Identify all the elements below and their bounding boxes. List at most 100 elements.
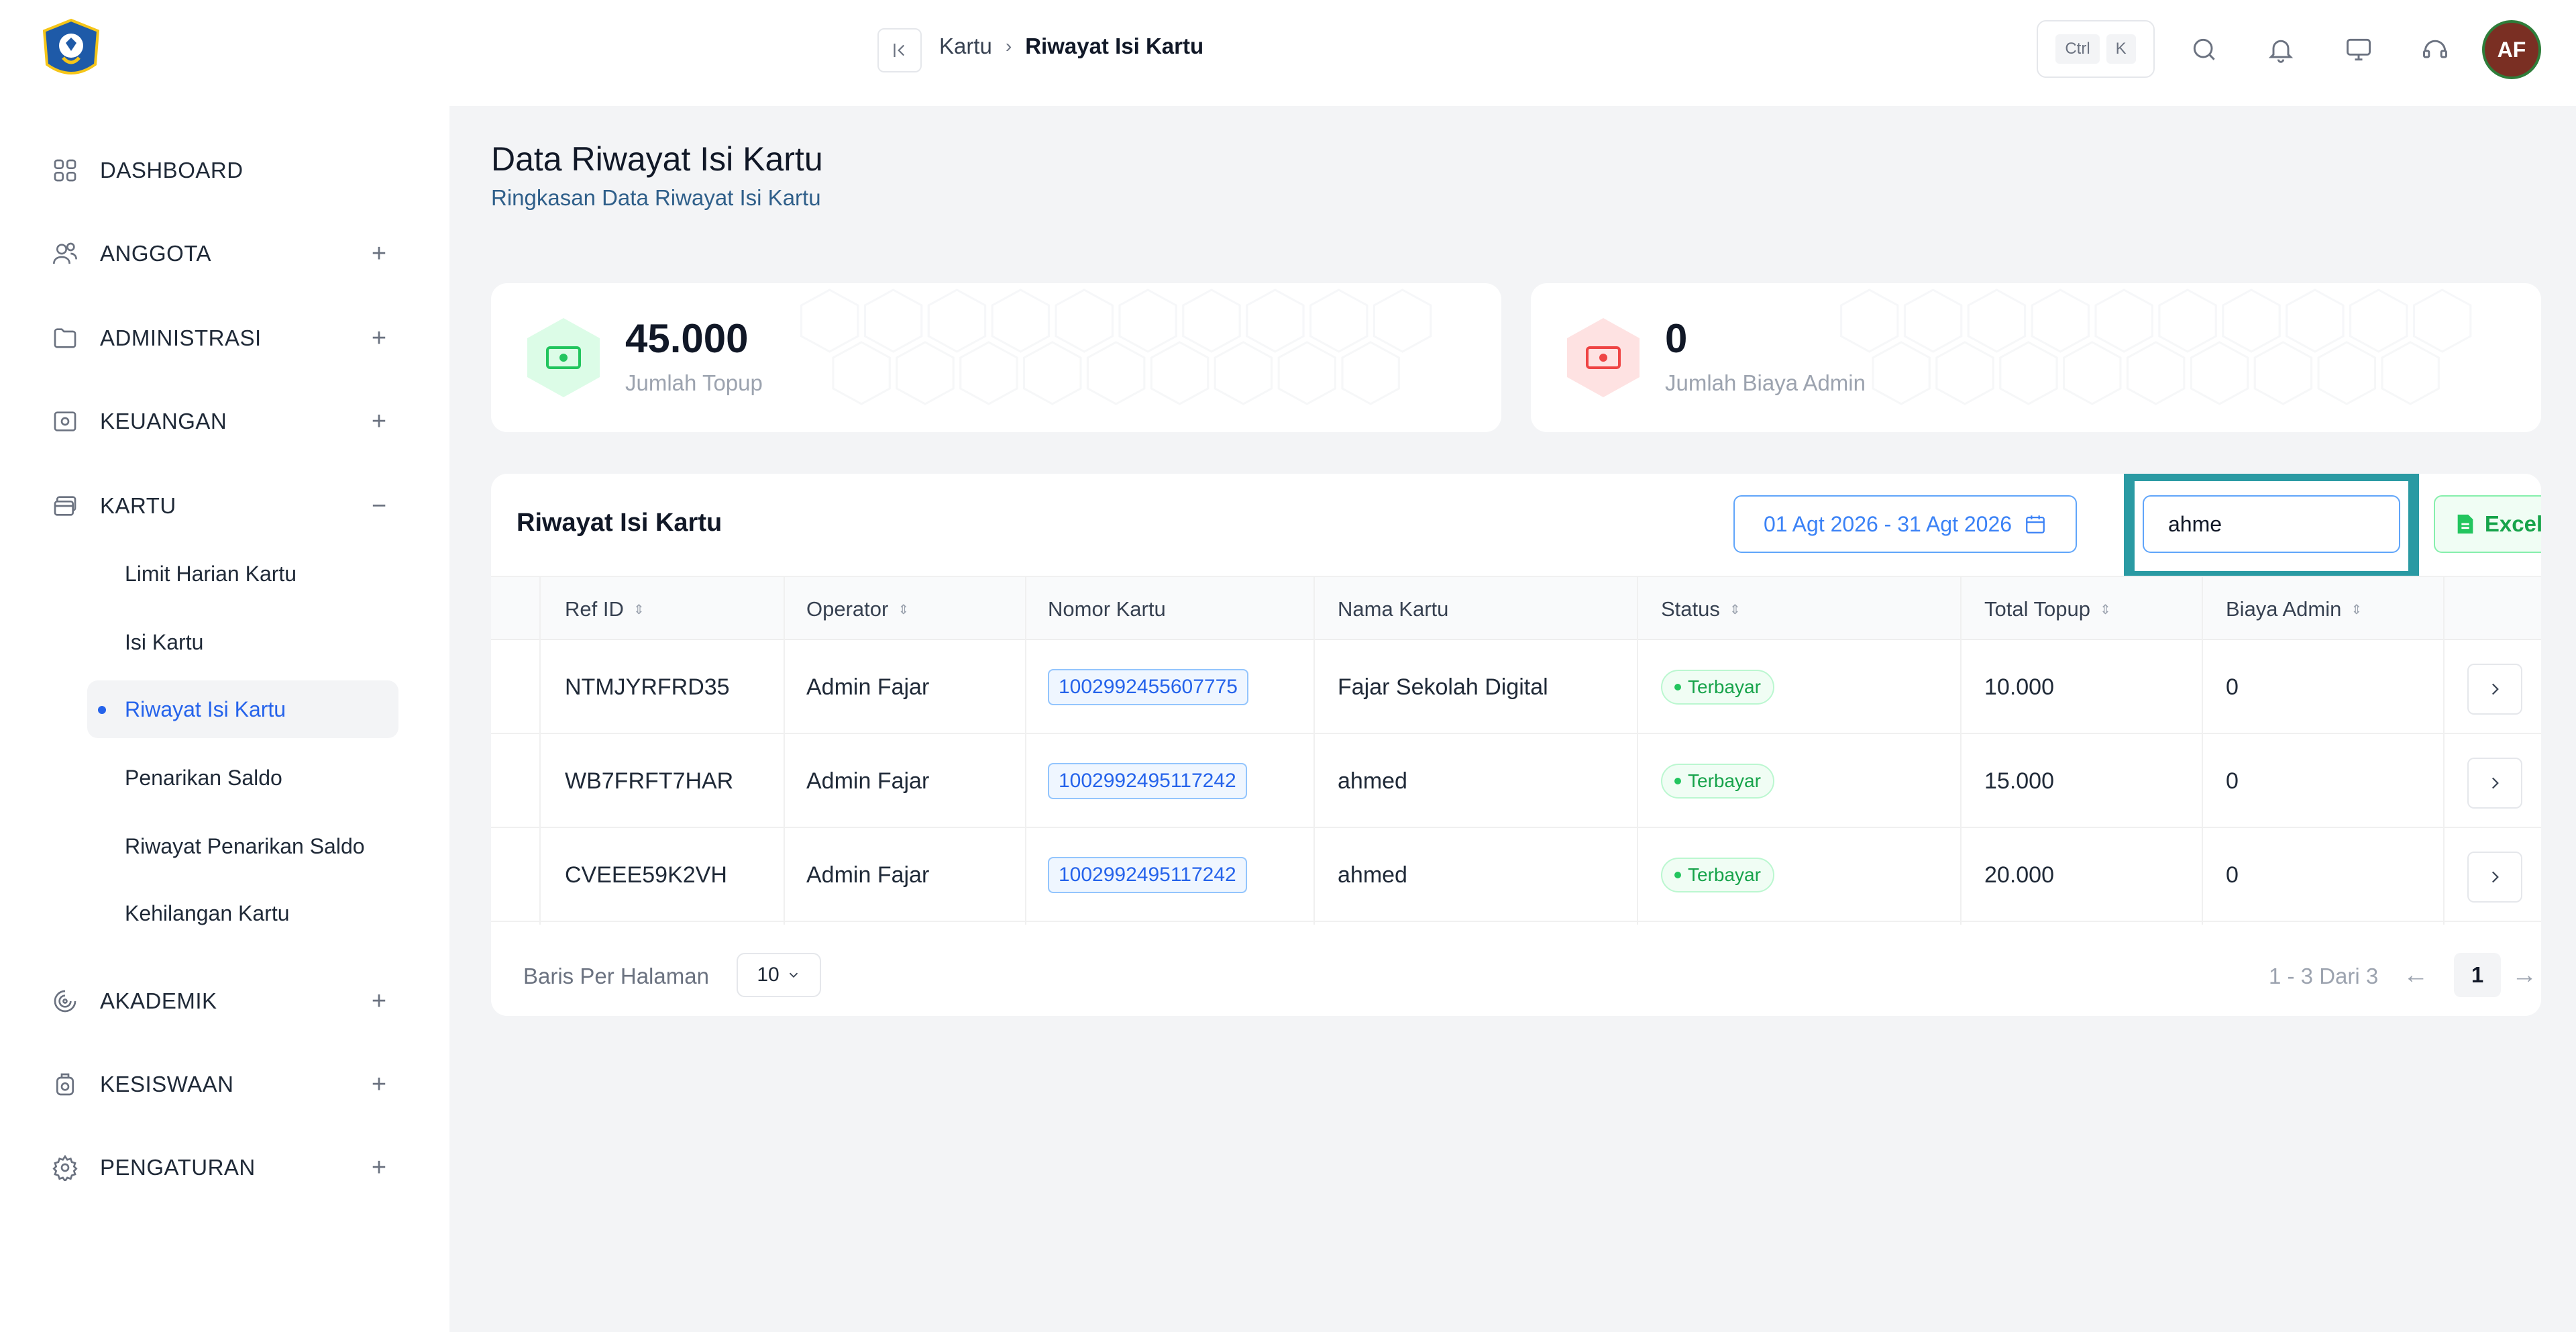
rows-per-page-select[interactable]: 10 <box>737 953 821 997</box>
column-header-nama-kartu: Nama Kartu <box>1338 577 1448 642</box>
nav-label: KEUANGAN <box>100 409 227 433</box>
breadcrumb-root[interactable]: Kartu <box>939 34 992 59</box>
status-text: Terbayar <box>1688 864 1761 885</box>
search-icon[interactable] <box>2186 31 2223 68</box>
nav-pengaturan[interactable]: PENGATURAN + <box>50 1146 392 1189</box>
nav-keuangan[interactable]: KEUANGAN + <box>50 400 392 443</box>
sort-icon: ⇕ <box>633 602 645 617</box>
stat-value: 45.000 <box>625 316 749 361</box>
cell-nama-kartu: ahmed <box>1338 862 1407 888</box>
next-page-button[interactable]: → <box>2512 961 2537 990</box>
nav-anggota[interactable]: ANGGOTA + <box>50 232 392 275</box>
stat-card-admin-fee: 0 Jumlah Biaya Admin <box>1531 283 2541 432</box>
avatar[interactable]: AF <box>2482 20 2541 79</box>
cell-total-topup: 20.000 <box>1984 862 2054 888</box>
page-number-button[interactable]: 1 <box>2454 953 2501 997</box>
users-icon <box>50 239 80 268</box>
row-detail-button[interactable] <box>2467 758 2522 809</box>
search-input[interactable] <box>2168 511 2450 537</box>
column-header-total-topup[interactable]: Total Topup ⇕ <box>1984 577 2111 642</box>
subnav-riwayat-isi-kartu[interactable]: Riwayat Isi Kartu <box>87 680 398 738</box>
column-label: Status <box>1661 597 1720 621</box>
column-label: Operator <box>806 597 889 621</box>
money-icon <box>50 407 80 436</box>
breadcrumb: Kartu › Riwayat Isi Kartu <box>939 34 1203 59</box>
table-header: Ref ID ⇕ Operator ⇕ Nomor Kartu Nama Kartu… <box>491 576 2541 640</box>
status-dot <box>1674 872 1681 878</box>
nav-akademik[interactable]: AKADEMIK + <box>50 980 392 1023</box>
subnav-limit-harian-kartu[interactable]: Limit Harian Kartu <box>87 545 398 603</box>
plus-icon[interactable]: + <box>366 1154 392 1182</box>
bell-icon[interactable] <box>2262 31 2300 68</box>
prev-page-button[interactable]: ← <box>2403 961 2428 990</box>
nav-label: KARTU <box>100 493 176 518</box>
main-content: Data Riwayat Isi Kartu Ringkasan Data Ri… <box>449 106 2576 1332</box>
cell-nama-kartu: Fajar Sekolah Digital <box>1338 674 1548 700</box>
plus-icon[interactable]: + <box>366 407 392 436</box>
minus-icon[interactable]: − <box>366 492 392 521</box>
academic-icon <box>50 986 80 1016</box>
money-icon <box>525 317 602 399</box>
cell-biaya-admin: 0 <box>2226 862 2239 888</box>
column-header-operator[interactable]: Operator ⇕ <box>806 577 909 642</box>
nav-dashboard[interactable]: DASHBOARD <box>50 149 392 192</box>
plus-icon[interactable]: + <box>366 240 392 268</box>
page-title: Data Riwayat Isi Kartu <box>491 140 823 178</box>
status-text: Terbayar <box>1688 676 1761 697</box>
nav-kartu[interactable]: KARTU − <box>50 484 392 527</box>
status-badge: Terbayar <box>1661 858 1774 892</box>
nav-kesiswaan[interactable]: KESISWAAN + <box>50 1063 392 1106</box>
support-icon[interactable] <box>2416 31 2454 68</box>
row-detail-button[interactable] <box>2467 664 2522 715</box>
monitor-icon[interactable] <box>2340 31 2377 68</box>
chevron-right-icon <box>2491 871 2499 883</box>
table-search[interactable] <box>2143 495 2450 553</box>
command-palette-button[interactable]: Ctrl K <box>2037 20 2155 78</box>
subnav-penarikan-saldo[interactable]: Penarikan Saldo <box>87 749 398 807</box>
column-header-ref-id[interactable]: Ref ID ⇕ <box>565 577 645 642</box>
table-row: CVEEE59K2VH Admin Fajar 1002992495117242… <box>491 828 2541 922</box>
cell-ref-id: NTMJYRFRD35 <box>565 674 730 700</box>
subnav-kehilangan-kartu[interactable]: Kehilangan Kartu <box>87 884 398 942</box>
active-dot <box>98 706 106 714</box>
money-icon <box>1564 317 1642 399</box>
cell-biaya-admin: 0 <box>2226 768 2239 794</box>
nav-administrasi[interactable]: ADMINISTRASI + <box>50 317 392 360</box>
sort-icon: ⇕ <box>2100 602 2111 617</box>
cell-ref-id: CVEEE59K2VH <box>565 862 727 888</box>
subnav-riwayat-penarikan-saldo[interactable]: Riwayat Penarikan Saldo <box>87 817 398 875</box>
column-header-status[interactable]: Status ⇕ <box>1661 577 1741 642</box>
sort-icon: ⇕ <box>1729 602 1741 617</box>
subnav-isi-kartu[interactable]: Isi Kartu <box>87 613 398 671</box>
cell-operator: Admin Fajar <box>806 862 930 888</box>
cell-total-topup: 10.000 <box>1984 674 2054 700</box>
nav-label: KESISWAAN <box>100 1072 234 1096</box>
card-number-badge: 1002992455607775 <box>1048 669 1248 705</box>
collapse-sidebar-button[interactable] <box>877 28 922 72</box>
cell-nama-kartu: ahmed <box>1338 768 1407 794</box>
stat-label: Jumlah Topup <box>625 370 763 395</box>
plus-icon[interactable]: + <box>366 324 392 353</box>
plus-icon[interactable]: + <box>366 987 392 1016</box>
status-badge: Terbayar <box>1661 670 1774 705</box>
excel-export-button[interactable]: Excel <box>2434 495 2541 553</box>
hexagon-pattern <box>1839 289 2472 405</box>
table-row: NTMJYRFRD35 Admin Fajar 1002992455607775… <box>491 640 2541 734</box>
page-subtitle: Ringkasan Data Riwayat Isi Kartu <box>491 185 821 210</box>
cell-operator: Admin Fajar <box>806 768 930 794</box>
nav-label: ADMINISTRASI <box>100 325 262 350</box>
excel-file-icon <box>2457 514 2473 534</box>
column-header-biaya-admin[interactable]: Biaya Admin ⇕ <box>2226 577 2362 642</box>
hexagon-pattern <box>800 289 1432 405</box>
plus-icon[interactable]: + <box>366 1070 392 1099</box>
date-range-text: 01 Agt 2026 - 31 Agt 2026 <box>1763 511 2012 536</box>
logo[interactable] <box>38 17 105 85</box>
breadcrumb-separator: › <box>1005 36 1012 56</box>
status-dot <box>1674 684 1681 690</box>
row-detail-button[interactable] <box>2467 852 2522 903</box>
folder-icon <box>50 323 80 353</box>
breadcrumb-current: Riwayat Isi Kartu <box>1025 34 1204 58</box>
date-range-picker[interactable]: 01 Agt 2026 - 31 Agt 2026 <box>1733 495 2077 553</box>
rows-per-page-label: Baris Per Halaman <box>523 964 709 988</box>
subnav-label: Isi Kartu <box>125 629 204 654</box>
